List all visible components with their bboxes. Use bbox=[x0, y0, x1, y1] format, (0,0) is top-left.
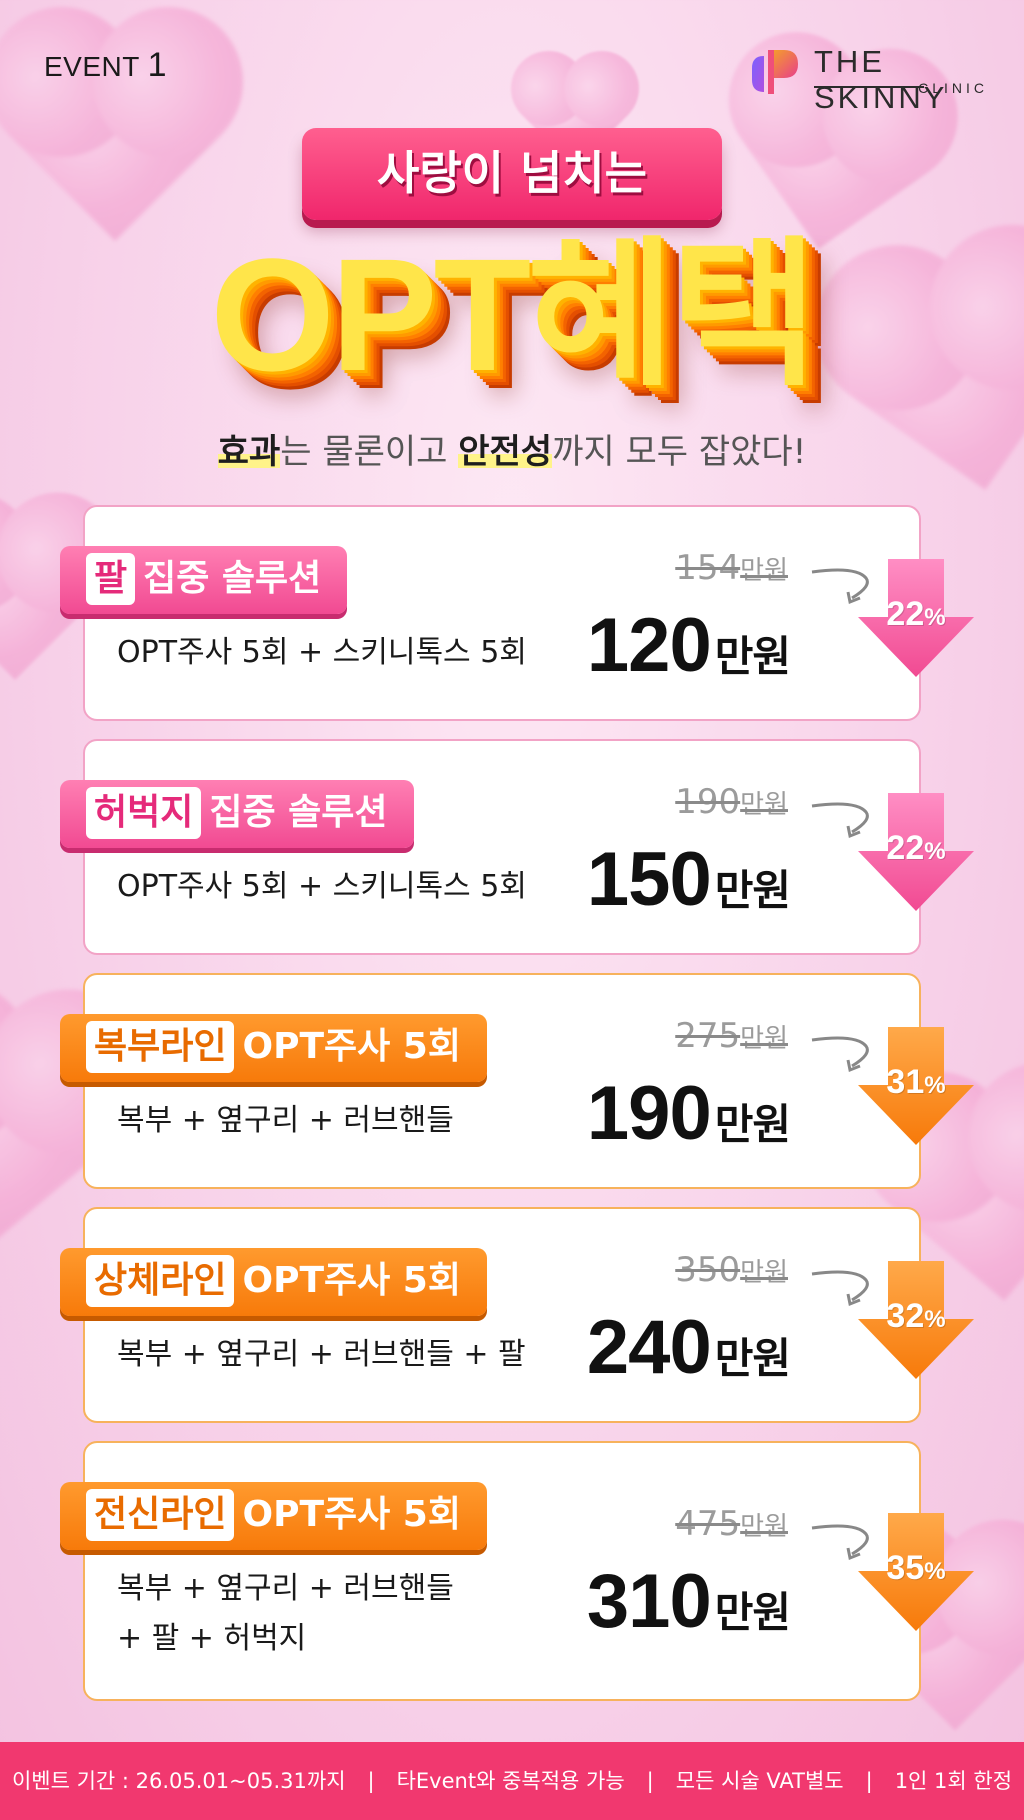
title-banner: 사랑이 넘치는 bbox=[302, 128, 722, 220]
original-price-unit: 만원 bbox=[740, 790, 788, 820]
sale-price: 190만원 bbox=[586, 1070, 791, 1157]
offer-label-text: OPT주사 5회 bbox=[242, 1260, 461, 1301]
offer-label-text: OPT주사 5회 bbox=[242, 1026, 461, 1067]
offer-label-emphasis: 팔 bbox=[86, 553, 136, 605]
discount-value: 22 bbox=[886, 829, 925, 867]
sale-price-value: 150 bbox=[586, 837, 712, 922]
discount-percent: 22% bbox=[886, 595, 946, 633]
event-number: 1 bbox=[147, 46, 168, 84]
discount-value: 31 bbox=[886, 1063, 925, 1101]
subheadline-highlight: 안전성 bbox=[458, 432, 553, 472]
original-price-value: 275 bbox=[675, 1016, 741, 1056]
sale-price-unit: 만원 bbox=[714, 632, 791, 681]
offer-description: OPT주사 5회 + 스키니톡스 5회 bbox=[117, 862, 527, 912]
discount-value: 22 bbox=[886, 595, 925, 633]
footer-limit: 1인 1회 한정 bbox=[894, 1769, 1013, 1793]
footer-vat: 모든 시술 VAT별도 bbox=[675, 1769, 844, 1793]
brand-divider bbox=[814, 86, 924, 88]
sale-price: 310만원 bbox=[586, 1558, 791, 1645]
original-price-unit: 만원 bbox=[740, 1024, 788, 1054]
footer-separator: | bbox=[865, 1769, 873, 1793]
discount-arrow: 35% bbox=[856, 1511, 976, 1633]
original-price-unit: 만원 bbox=[740, 1512, 788, 1542]
original-price: 350만원 bbox=[675, 1250, 788, 1290]
event-prefix: EVENT bbox=[44, 51, 140, 82]
offer-description: OPT주사 5회 + 스키니톡스 5회 bbox=[117, 628, 527, 678]
original-price-value: 350 bbox=[675, 1250, 741, 1290]
offer-label: 전신라인 OPT주사 5회 bbox=[60, 1482, 487, 1550]
original-price: 154만원 bbox=[675, 548, 788, 588]
offer-label: 상체라인 OPT주사 5회 bbox=[60, 1248, 487, 1316]
brand-logo: THE SKINNY CLINIC bbox=[748, 42, 988, 115]
offer-label: 복부라인 OPT주사 5회 bbox=[60, 1014, 487, 1082]
sale-price-unit: 만원 bbox=[714, 1588, 791, 1637]
discount-percent: 22% bbox=[886, 829, 946, 867]
sale-price: 150만원 bbox=[586, 836, 791, 923]
offer-description-line: OPT주사 5회 + 스키니톡스 5회 bbox=[117, 635, 527, 670]
discount-value: 32 bbox=[886, 1297, 925, 1335]
discount-arrow: 22% bbox=[856, 791, 976, 913]
original-price-value: 190 bbox=[675, 782, 741, 822]
footer-separator: | bbox=[646, 1769, 654, 1793]
subheadline-highlight: 효과 bbox=[217, 432, 281, 472]
subheadline-text: 는 물론이고 bbox=[280, 432, 459, 472]
offer-label-text: 집중 솔루션 bbox=[143, 558, 322, 599]
discount-percent: 31% bbox=[886, 1063, 946, 1101]
offer-label-emphasis: 상체라인 bbox=[86, 1255, 235, 1307]
footer-separator: | bbox=[367, 1769, 375, 1793]
footer-duplicate: 타Event와 중복적용 가능 bbox=[396, 1769, 625, 1793]
footer-period: 이벤트 기간 : 26.05.01~05.31까지 bbox=[11, 1769, 346, 1793]
sale-price-value: 310 bbox=[586, 1559, 712, 1644]
offer-description-line: 복부 + 옆구리 + 러브핸들 bbox=[117, 1571, 454, 1606]
discount-arrow: 32% bbox=[856, 1259, 976, 1381]
offer-label-emphasis: 복부라인 bbox=[86, 1021, 235, 1073]
headline: OPT혜택 bbox=[210, 225, 817, 404]
original-price: 475만원 bbox=[675, 1504, 788, 1544]
offer-description-line: + 팔 + 허벅지 bbox=[117, 1621, 307, 1656]
original-price: 275만원 bbox=[675, 1016, 788, 1056]
offer-label-emphasis: 허벅지 bbox=[86, 787, 202, 839]
sale-price: 240만원 bbox=[586, 1304, 791, 1391]
offer-label: 팔 집중 솔루션 bbox=[60, 546, 348, 614]
original-price: 190만원 bbox=[675, 782, 788, 822]
discount-arrow: 31% bbox=[856, 1025, 976, 1147]
offer-description-line: 복부 + 옆구리 + 러브핸들 + 팔 bbox=[117, 1337, 526, 1372]
subheadline: 효과는 물론이고 안전성까지 모두 잡았다! bbox=[0, 424, 1024, 473]
original-price-unit: 만원 bbox=[740, 556, 788, 586]
sale-price-unit: 만원 bbox=[714, 1100, 791, 1149]
sale-price: 120만원 bbox=[586, 602, 791, 689]
event-tag: EVENT 1 bbox=[44, 46, 167, 85]
offer-label-text: OPT주사 5회 bbox=[242, 1494, 461, 1535]
offer-description: 복부 + 옆구리 + 러브핸들 + 팔 bbox=[117, 1330, 526, 1380]
original-price-unit: 만원 bbox=[740, 1258, 788, 1288]
brand-logo-icon bbox=[752, 50, 798, 94]
original-price-value: 154 bbox=[675, 548, 741, 588]
subheadline-text: 까지 모두 잡았다! bbox=[552, 432, 807, 472]
footer-notice: 이벤트 기간 : 26.05.01~05.31까지 | 타Event와 중복적용 가… bbox=[0, 1742, 1024, 1820]
offer-description-line: OPT주사 5회 + 스키니톡스 5회 bbox=[117, 869, 527, 904]
sale-price-value: 120 bbox=[586, 603, 712, 688]
offer-label-text: 집중 솔루션 bbox=[209, 792, 388, 833]
offer-label-emphasis: 전신라인 bbox=[86, 1489, 235, 1541]
sale-price-unit: 만원 bbox=[714, 1334, 791, 1383]
discount-percent: 35% bbox=[886, 1549, 946, 1587]
offer-description-line: 복부 + 옆구리 + 러브핸들 bbox=[117, 1103, 454, 1138]
offer-label: 허벅지 집중 솔루션 bbox=[60, 780, 414, 848]
sale-price-value: 190 bbox=[586, 1071, 712, 1156]
sale-price-value: 240 bbox=[586, 1305, 712, 1390]
discount-percent: 32% bbox=[886, 1297, 946, 1335]
offer-description: 복부 + 옆구리 + 러브핸들 bbox=[117, 1096, 454, 1146]
discount-value: 35 bbox=[886, 1549, 925, 1587]
offer-description: 복부 + 옆구리 + 러브핸들 + 팔 + 허벅지 bbox=[117, 1564, 454, 1664]
sale-price-unit: 만원 bbox=[714, 866, 791, 915]
discount-arrow: 22% bbox=[856, 557, 976, 679]
original-price-value: 475 bbox=[675, 1504, 741, 1544]
brand-sub: CLINIC bbox=[918, 80, 988, 96]
